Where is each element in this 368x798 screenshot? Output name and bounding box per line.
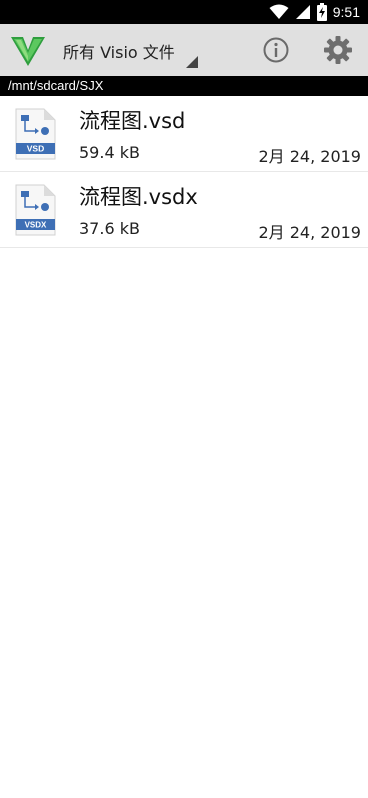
signal-icon (295, 5, 310, 19)
file-list: VSD 流程图.vsd 59.4 kB 2月 24, 2019 VSDX 流程图… (0, 96, 368, 248)
file-filter-dropdown[interactable]: 所有 Visio 文件 (56, 24, 204, 76)
status-icons: 9:51 (269, 2, 360, 22)
file-date: 2月 24, 2019 (258, 147, 361, 166)
info-icon[interactable] (262, 36, 290, 64)
app-title: 所有 Visio 文件 (63, 43, 175, 62)
file-row-vsdx[interactable]: VSDX 流程图.vsdx 37.6 kB 2月 24, 2019 (0, 172, 368, 248)
dropdown-triangle-icon (186, 56, 198, 68)
wifi-icon (269, 4, 289, 19)
file-date: 2月 24, 2019 (258, 223, 361, 242)
file-row-vsd[interactable]: VSD 流程图.vsd 59.4 kB 2月 24, 2019 (0, 96, 368, 172)
file-size: 59.4 kB (79, 143, 140, 162)
app-logo[interactable] (10, 32, 46, 68)
battery-charging-icon (316, 3, 327, 21)
status-bar: 9:51 (0, 0, 368, 24)
status-time: 9:51 (332, 4, 360, 20)
file-type-badge: VSD (27, 144, 44, 154)
current-path: /mnt/sdcard/SJX (8, 78, 104, 93)
gear-icon[interactable] (323, 35, 353, 65)
path-breadcrumb: /mnt/sdcard/SJX (0, 76, 368, 96)
app-bar: 所有 Visio 文件 (0, 24, 368, 76)
visio-file-icon: VSDX (15, 184, 56, 236)
file-type-badge: VSDX (25, 221, 47, 230)
file-name: 流程图.vsd (79, 109, 186, 133)
visio-file-icon: VSD (15, 108, 56, 160)
file-name: 流程图.vsdx (79, 185, 198, 209)
file-size: 37.6 kB (79, 219, 140, 238)
